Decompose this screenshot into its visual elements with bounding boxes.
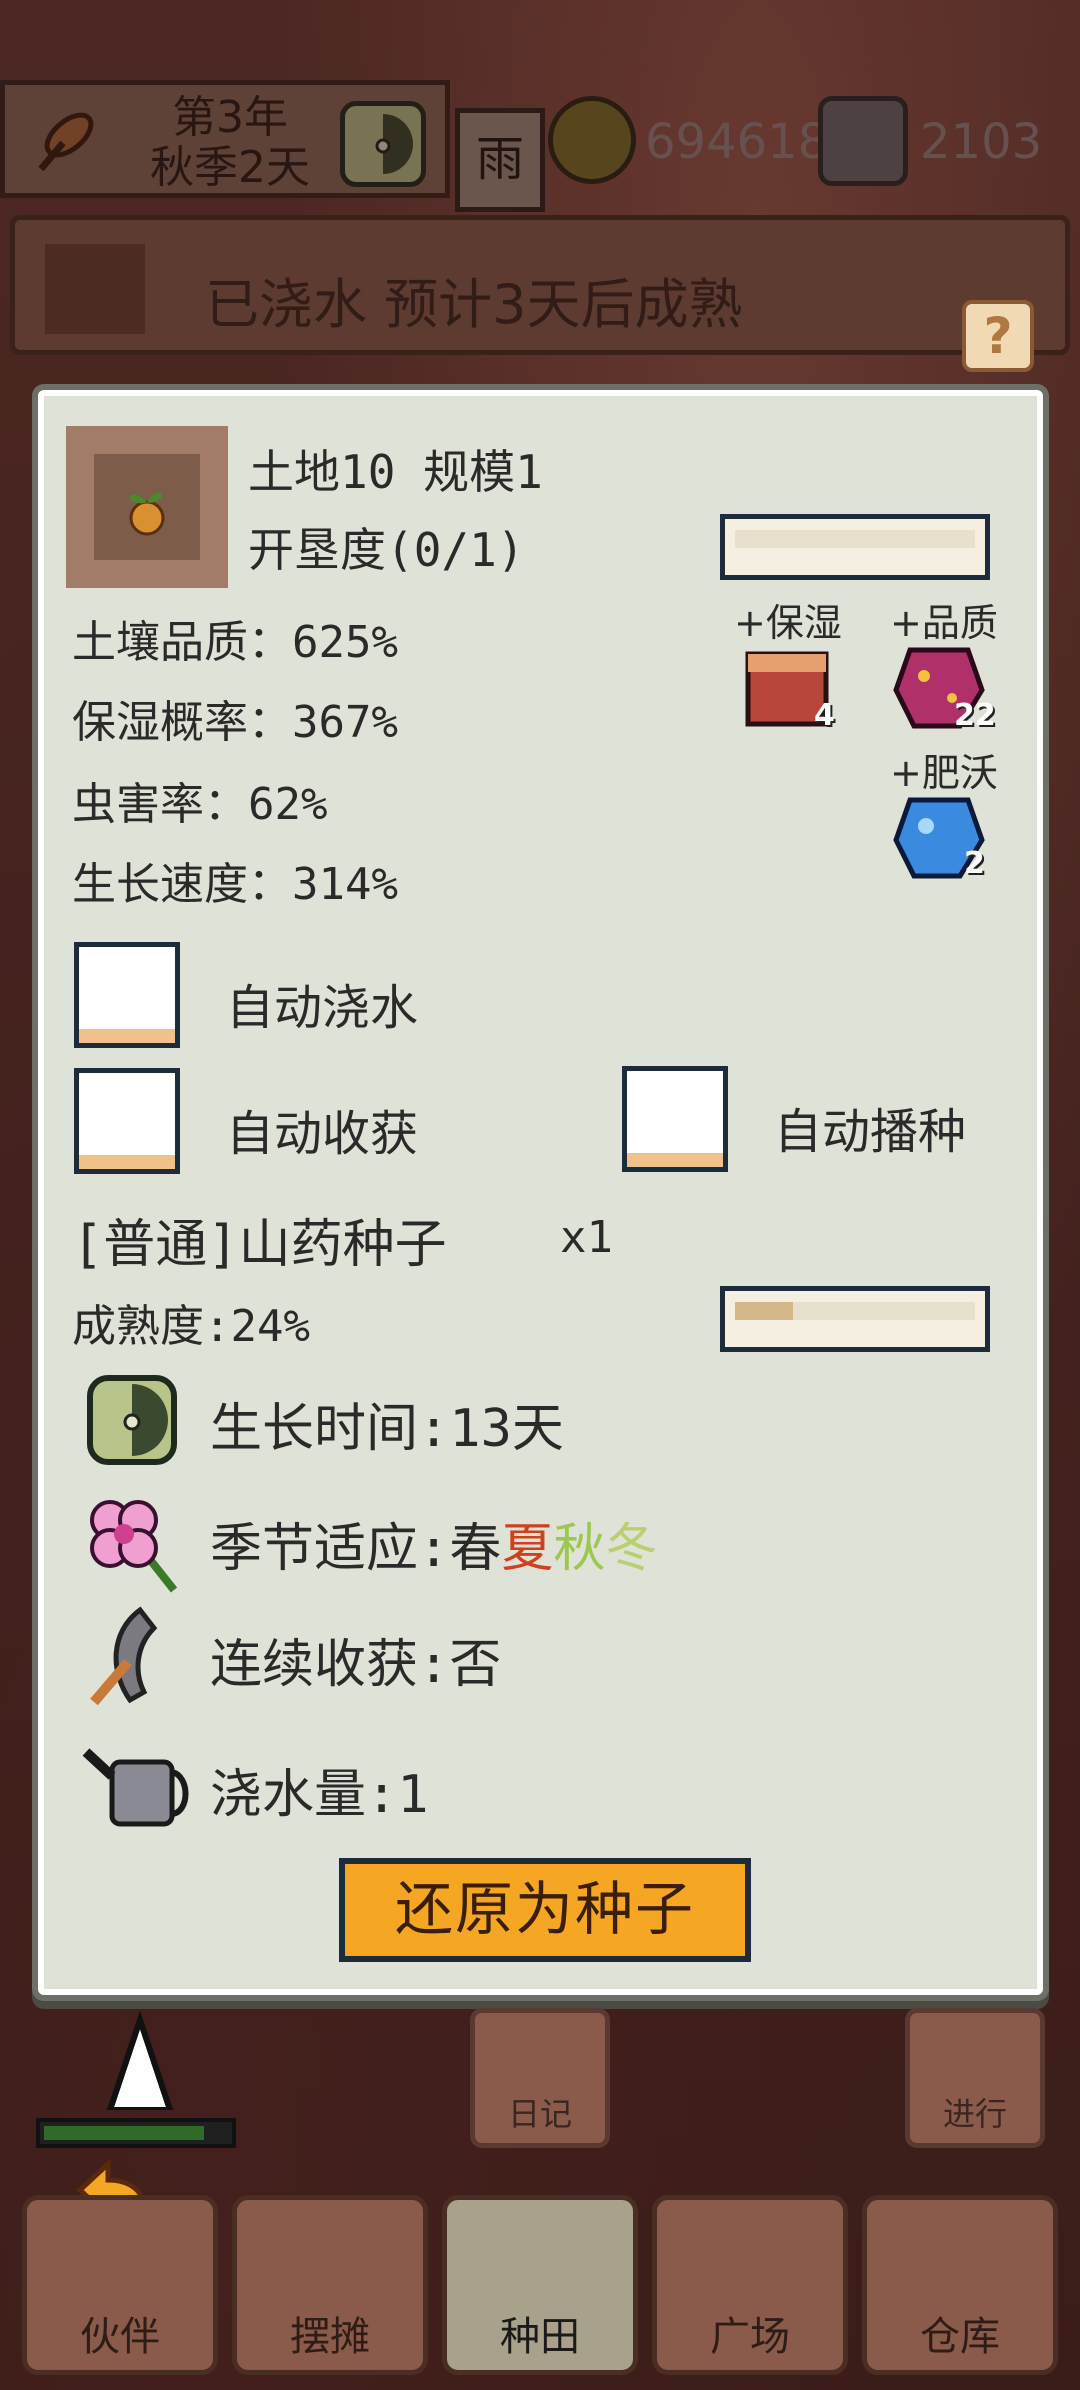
tab-warehouse[interactable]: 仓库 [862, 2195, 1058, 2375]
moisture-rate: 保湿概率：367% [72, 697, 398, 748]
diary-button[interactable]: 日记 [470, 2008, 610, 2148]
moisture-item-count: 4 [814, 698, 835, 733]
auto-water-checkbox[interactable] [74, 942, 180, 1048]
tab-farming[interactable]: 种田 [442, 2195, 638, 2375]
seed-name: [普通]山药种子 [72, 1215, 447, 1275]
tab-partner-label: 伙伴 [80, 2314, 160, 2360]
diary-label: 日记 [507, 2095, 572, 2133]
character-sprite [106, 2010, 174, 2110]
tab-farming-label: 种田 [500, 2314, 580, 2360]
auto-harvest-checkbox[interactable] [74, 1068, 180, 1174]
auto-harvest-label: 自动收获 [226, 1106, 419, 1162]
tab-stall-label: 摆摊 [290, 2314, 370, 2360]
season-adapt: 季节适应:春夏秋冬 [210, 1506, 657, 1581]
growth-clock-icon [87, 1375, 177, 1465]
fertile-item-count: 2 [964, 846, 985, 881]
fertile-item-label: +肥沃 [890, 751, 998, 795]
auto-water-label: 自动浇水 [226, 980, 419, 1036]
maturity-label: 成熟度:24% [72, 1301, 310, 1352]
tab-warehouse-label: 仓库 [920, 2314, 1000, 2360]
quality-item-count: 22 [954, 698, 996, 733]
watering-can-icon [82, 1748, 189, 1827]
growth-speed: 生长速度：314% [72, 859, 398, 910]
tab-partner[interactable]: 伙伴 [22, 2195, 218, 2375]
revert-to-seed-button[interactable]: 还原为种子 [339, 1858, 751, 1962]
flower-icon [90, 1500, 178, 1593]
season-summer: 夏 [501, 1519, 554, 1579]
character-hp-bar [36, 2118, 236, 2148]
tab-stall[interactable]: 摆摊 [232, 2195, 428, 2375]
growth-time: 生长时间:13天 [210, 1399, 564, 1459]
season-prefix: 季节适应: [210, 1519, 450, 1579]
season-spring: 春 [449, 1519, 502, 1579]
proceed-button[interactable]: 进行 [905, 2008, 1045, 2148]
tab-plaza-label: 广场 [710, 2314, 790, 2360]
auto-sow-label: 自动播种 [774, 1104, 967, 1160]
plot-detail-panel: 土地10 规模1 开垦度(0/1) 土壤品质：625% 保湿概率：367% 虫害… [38, 390, 1043, 1995]
help-button[interactable]: ? [962, 300, 1034, 372]
soil-quality: 土壤品质：625% [72, 617, 398, 668]
sprout-icon [129, 492, 165, 536]
reclaim-progress-bar [720, 514, 990, 580]
moisture-item-label: +保湿 [734, 601, 842, 645]
water-amount: 浇水量:1 [210, 1765, 429, 1825]
plot-title: 土地10 规模1 [248, 445, 543, 499]
pest-rate: 虫害率：62% [72, 779, 328, 830]
plot-icon [66, 426, 228, 588]
maturity-progress-bar [720, 1286, 990, 1352]
season-autumn: 秋 [553, 1519, 606, 1579]
sickle-icon [90, 1606, 158, 1706]
season-winter: 冬 [605, 1519, 658, 1579]
maturity-progress-fill [735, 1302, 793, 1320]
continuous-harvest: 连续收获:否 [210, 1635, 502, 1695]
seed-count: x1 [560, 1212, 613, 1263]
tab-plaza[interactable]: 广场 [652, 2195, 848, 2375]
auto-sow-checkbox[interactable] [622, 1066, 728, 1172]
quality-item-label: +品质 [890, 601, 998, 645]
reclaim-label: 开垦度(0/1) [248, 523, 525, 577]
proceed-label: 进行 [942, 2095, 1007, 2133]
